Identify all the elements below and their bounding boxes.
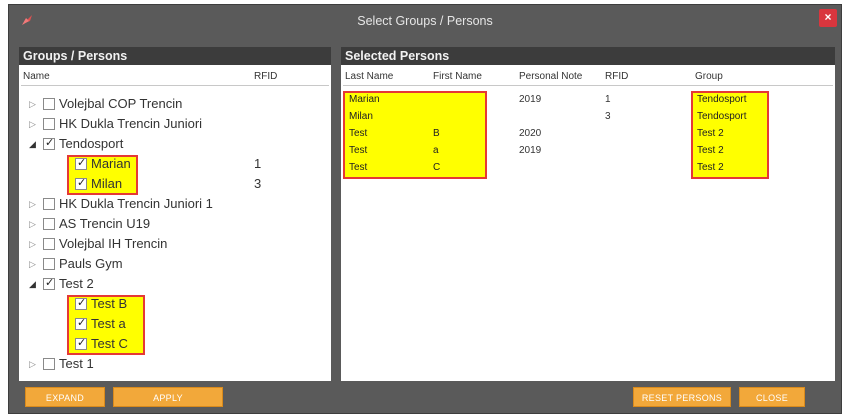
column-first-name-header[interactable]: First Name xyxy=(433,71,482,82)
cell-group: Test 2 xyxy=(697,145,724,156)
cell-group: Test 2 xyxy=(697,162,724,173)
column-name-header[interactable]: Name xyxy=(23,71,50,82)
tree-row-label: Milan xyxy=(91,176,123,191)
checkbox[interactable] xyxy=(75,296,87,310)
selected-persons-panel: Selected Persons Last Name First Name Pe… xyxy=(341,47,835,381)
cell-personal-note: 2020 xyxy=(519,128,542,139)
tree-row-label: Test a xyxy=(91,316,126,331)
checkbox[interactable] xyxy=(43,238,55,250)
tree-row-label: Test C xyxy=(91,336,128,351)
tree-row-label: Volejbal COP Trencin xyxy=(59,96,183,111)
groups-persons-header: Groups / Persons xyxy=(19,47,331,65)
tree-row-label: Marian xyxy=(91,156,131,171)
cell-first-name: C xyxy=(433,162,441,173)
tree-row-label: Test 1 xyxy=(59,356,94,371)
cell-last-name: Test xyxy=(349,162,368,173)
expand-arrow-icon[interactable]: ▷ xyxy=(29,359,39,370)
checkbox[interactable] xyxy=(43,198,55,210)
checkbox[interactable] xyxy=(75,176,87,190)
checkbox[interactable] xyxy=(43,258,55,270)
selected-persons-header: Selected Persons xyxy=(341,47,835,65)
tree-row-rfid: 1 xyxy=(254,156,262,171)
cell-personal-note: 2019 xyxy=(519,145,542,156)
expand-arrow-icon[interactable]: ▷ xyxy=(29,239,39,250)
tree-row-label: Pauls Gym xyxy=(59,256,123,271)
tree-group-row[interactable]: ▷ HK Dukla Trencin Juniori xyxy=(19,115,331,135)
tree-row-label: Volejbal IH Trencin xyxy=(59,236,168,251)
tree-person-row[interactable]: Test C xyxy=(19,335,331,355)
cell-group: Tendosport xyxy=(697,94,747,105)
expand-arrow-icon[interactable]: ▷ xyxy=(29,119,39,130)
cell-group: Tendosport xyxy=(697,111,747,122)
cell-last-name: Test xyxy=(349,145,368,156)
tree-group-row[interactable]: ▷ AS Trencin U19 xyxy=(19,215,331,235)
tree-row-label: AS Trencin U19 xyxy=(59,216,151,231)
expand-button[interactable]: EXPAND xyxy=(25,387,105,407)
tree-row-label: HK Dukla Trencin Juniori xyxy=(59,116,203,131)
column-rfid-header[interactable]: RFID xyxy=(605,71,628,82)
tree-group-row[interactable]: ▷ Volejbal COP Trencin xyxy=(19,95,331,115)
expand-arrow-icon[interactable]: ▷ xyxy=(29,199,39,210)
checkbox[interactable] xyxy=(43,218,55,230)
expand-arrow-icon[interactable]: ▷ xyxy=(29,219,39,230)
checkbox[interactable] xyxy=(43,118,55,130)
checkbox[interactable] xyxy=(75,316,87,330)
tree-person-row[interactable]: Marian 1 xyxy=(19,155,331,175)
close-button[interactable]: CLOSE xyxy=(739,387,805,407)
column-personal-note-header[interactable]: Personal Note xyxy=(519,71,582,82)
checkbox[interactable] xyxy=(75,336,87,350)
reset-persons-button[interactable]: RESET PERSONS xyxy=(633,387,731,407)
tree-group-row[interactable]: ◢ Test 2 xyxy=(19,275,331,295)
tree-group-row[interactable]: ▷ Pauls Gym xyxy=(19,255,331,275)
cell-personal-note: 2019 xyxy=(519,94,542,105)
column-group-header[interactable]: Group xyxy=(695,71,723,82)
tree-row-rfid: 3 xyxy=(254,176,262,191)
tree-group-row[interactable]: ▷ HK Dukla Trencin Juniori 1 xyxy=(19,195,331,215)
expand-arrow-icon[interactable]: ▷ xyxy=(29,259,39,270)
window-title: Select Groups / Persons xyxy=(357,14,493,28)
checkbox[interactable] xyxy=(43,276,55,290)
cell-rfid: 1 xyxy=(605,94,611,105)
expand-arrow-icon[interactable]: ▷ xyxy=(29,99,39,110)
groups-persons-panel: Groups / Persons Name RFID ▷ Volejbal COP… xyxy=(19,47,331,381)
header-divider xyxy=(21,85,329,86)
collapse-arrow-icon[interactable]: ◢ xyxy=(29,279,39,290)
tree-group-row[interactable]: ▷ Test 1 xyxy=(19,355,331,375)
window-close-icon[interactable]: × xyxy=(819,9,837,27)
tree-person-row[interactable]: Test B xyxy=(19,295,331,315)
cell-first-name: a xyxy=(433,145,439,156)
tree-group-row[interactable]: ▷ Volejbal IH Trencin xyxy=(19,235,331,255)
tree-group-row[interactable]: ◢ Tendosport xyxy=(19,135,331,155)
title-bar[interactable]: Select Groups / Persons × xyxy=(9,5,841,41)
cell-last-name: Test xyxy=(349,128,368,139)
column-last-name-header[interactable]: Last Name xyxy=(345,71,393,82)
checkbox[interactable] xyxy=(43,358,55,370)
cell-first-name: B xyxy=(433,128,440,139)
cell-group: Test 2 xyxy=(697,128,724,139)
tree-row-label: Test B xyxy=(91,296,128,311)
cell-last-name: Milan xyxy=(349,111,373,122)
checkbox[interactable] xyxy=(43,136,55,150)
dialog-window: Select Groups / Persons × Groups / Perso… xyxy=(8,4,842,414)
tree-row-label: Tendosport xyxy=(59,136,124,151)
tree-person-row[interactable]: Milan 3 xyxy=(19,175,331,195)
apply-button[interactable]: APPLY xyxy=(113,387,223,407)
checkbox[interactable] xyxy=(43,98,55,110)
checkbox[interactable] xyxy=(75,156,87,170)
tree-person-row[interactable]: Test a xyxy=(19,315,331,335)
cell-last-name: Marian xyxy=(349,94,380,105)
column-rfid-header[interactable]: RFID xyxy=(254,71,277,82)
collapse-arrow-icon[interactable]: ◢ xyxy=(29,139,39,150)
tree-row-label: Test 2 xyxy=(59,276,94,291)
tree-row-label: HK Dukla Trencin Juniori 1 xyxy=(59,196,213,211)
header-divider xyxy=(343,85,833,86)
cell-rfid: 3 xyxy=(605,111,611,122)
